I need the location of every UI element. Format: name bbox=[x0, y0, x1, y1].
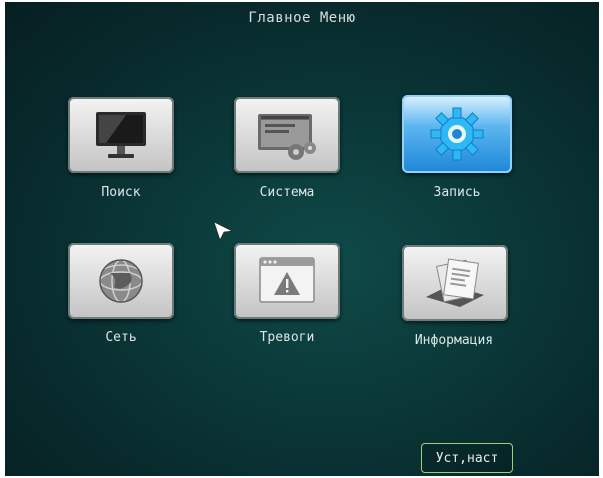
system-settings-icon bbox=[258, 114, 316, 160]
information-label[interactable]: Информация bbox=[384, 333, 524, 348]
system-label[interactable]: Система bbox=[217, 185, 357, 200]
menu-title: Главное Меню bbox=[248, 10, 356, 26]
search-tile[interactable] bbox=[68, 97, 174, 173]
dvr-main-menu-screen: Главное Меню Поиск Система Запись Сеть Т… bbox=[5, 2, 599, 476]
default-settings-button[interactable]: Уст,наст bbox=[421, 443, 513, 473]
documents-icon bbox=[426, 258, 484, 307]
network-label[interactable]: Сеть bbox=[51, 330, 191, 345]
network-tile[interactable] bbox=[68, 243, 174, 319]
search-label[interactable]: Поиск bbox=[51, 185, 191, 200]
system-tile[interactable] bbox=[234, 97, 340, 173]
alarms-label[interactable]: Тревоги bbox=[217, 330, 357, 345]
monitor-icon bbox=[96, 112, 146, 158]
record-tile[interactable] bbox=[402, 95, 512, 173]
alarms-tile[interactable] bbox=[234, 243, 340, 319]
globe-network-icon bbox=[99, 259, 143, 303]
information-tile[interactable] bbox=[402, 245, 508, 321]
warning-window-icon bbox=[259, 257, 315, 303]
gear-icon bbox=[430, 107, 484, 161]
mouse-cursor-icon bbox=[213, 221, 234, 241]
record-label[interactable]: Запись bbox=[387, 185, 527, 200]
